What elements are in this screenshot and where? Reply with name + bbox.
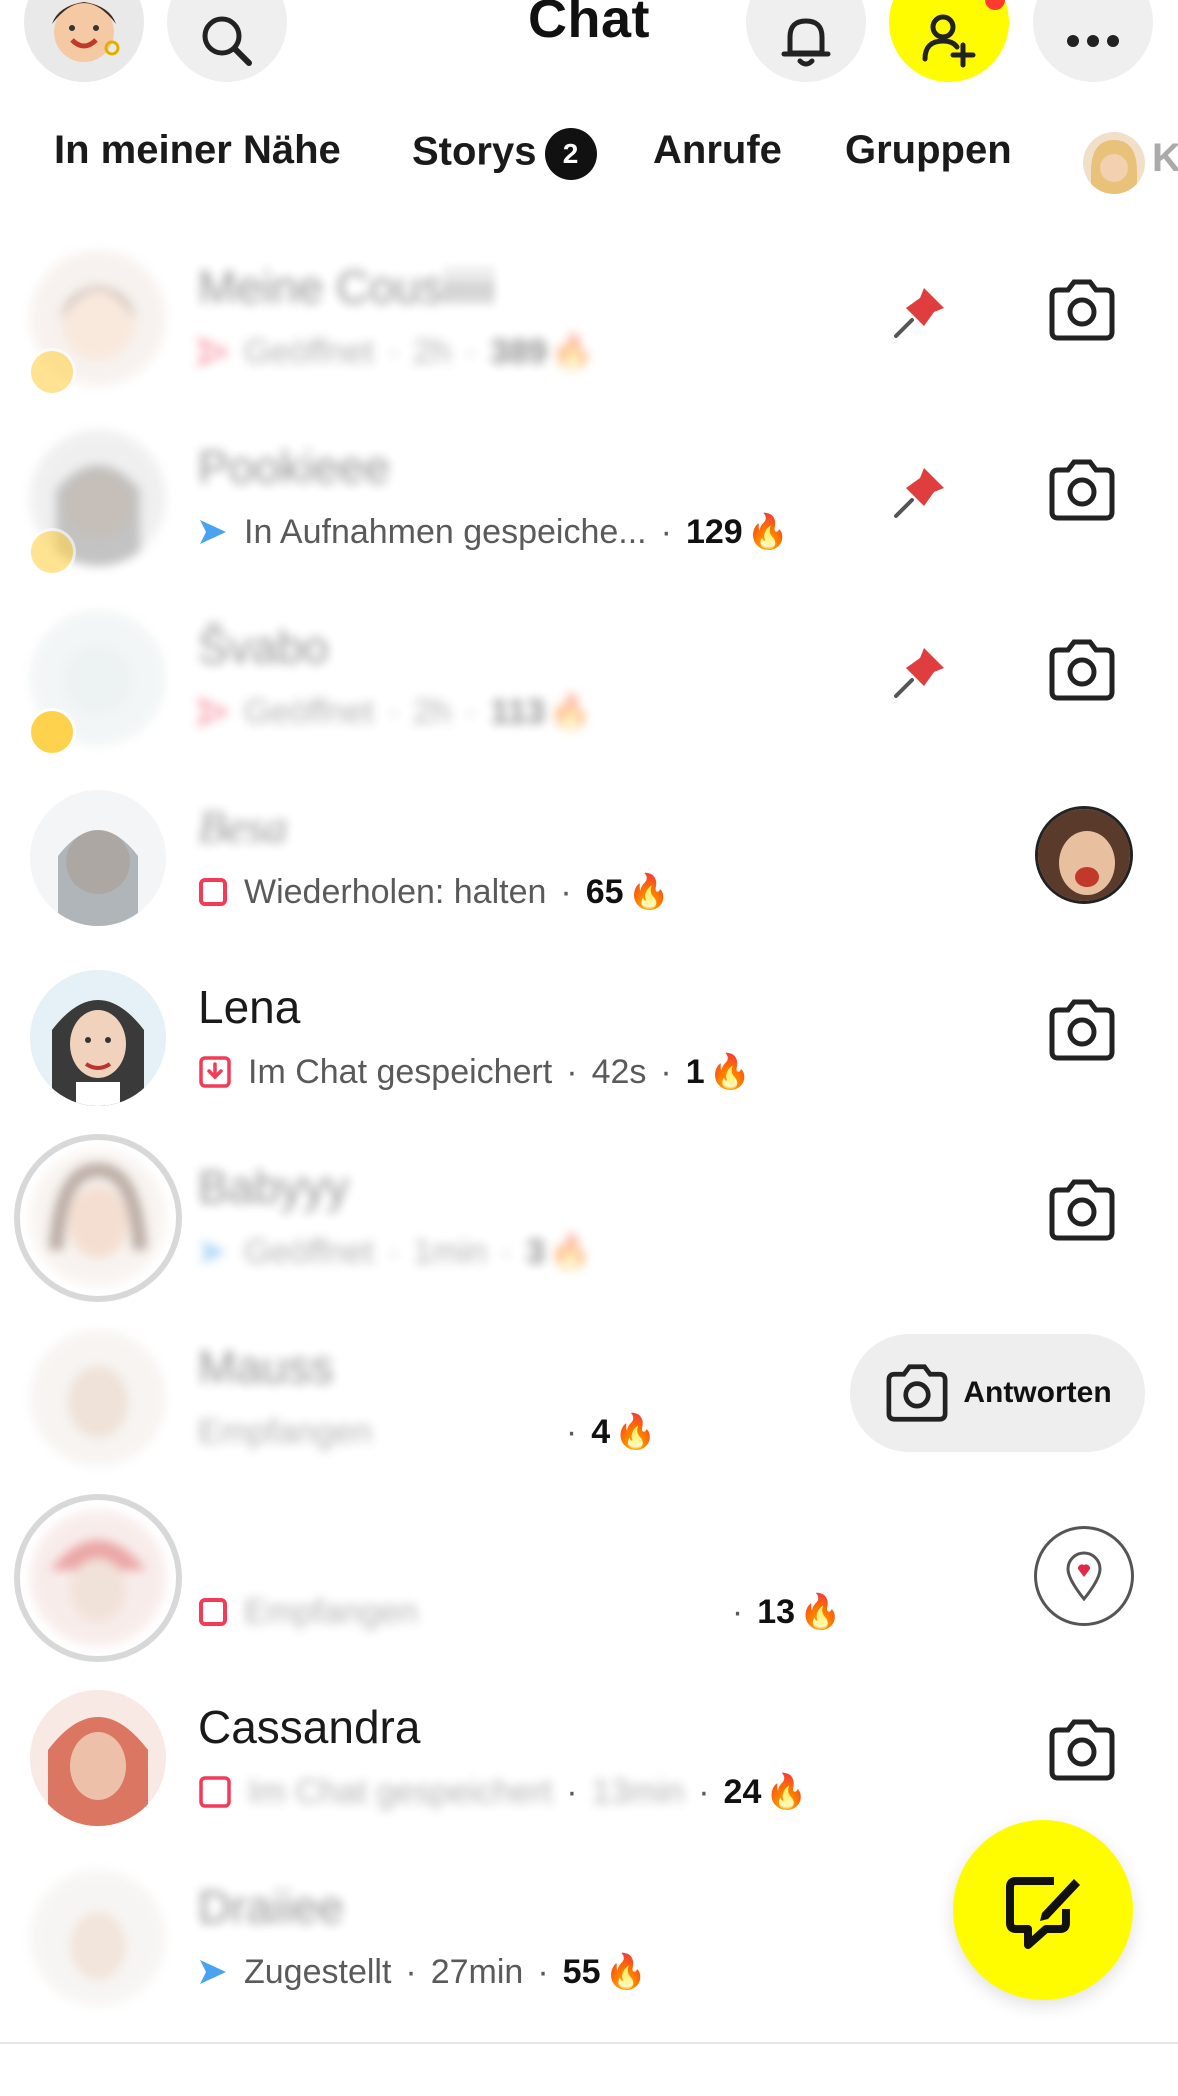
chat-name: Pookieee xyxy=(198,441,390,493)
reply-button[interactable]: Antworten xyxy=(850,1334,1145,1452)
saved-chat-icon xyxy=(199,1056,231,1088)
chat-status: Im Chat gespeichert · 13min · 24 🔥 xyxy=(198,1772,808,1812)
avatar xyxy=(30,970,166,1106)
tab-nearby[interactable]: In meiner Nähe xyxy=(54,128,341,173)
bitmoji-icon xyxy=(1091,140,1137,194)
tab-partial-label[interactable]: K xyxy=(1152,136,1178,181)
sent-arrow-icon xyxy=(198,698,228,726)
camera-button[interactable] xyxy=(1046,638,1118,707)
camera-button[interactable] xyxy=(1046,458,1118,527)
sent-arrow-icon xyxy=(200,520,226,544)
friend-emoji xyxy=(28,348,76,396)
chat-row[interactable]: Švabo Geöffnet · 2h · 113 🔥 xyxy=(0,582,1178,762)
chat-status: Geöffnet · 1min · 3 🔥 xyxy=(198,1232,591,1272)
chat-name: Cassandra xyxy=(198,1701,421,1753)
filter-tabs: In meiner Nähe Storys 2 Anrufe Gruppen xyxy=(0,128,1178,198)
more-icon xyxy=(1067,35,1119,47)
camera-icon xyxy=(1049,1179,1115,1241)
camera-button[interactable] xyxy=(1046,1718,1118,1787)
tab-storys[interactable]: Storys 2 xyxy=(412,128,597,180)
chat-name: Lena xyxy=(198,981,301,1033)
new-chat-button[interactable] xyxy=(953,1820,1133,2000)
camera-button[interactable] xyxy=(1046,1178,1118,1247)
chat-status: Geöffnet · 2h · 389 🔥 xyxy=(198,332,593,372)
chat-name: Meine Cousiiiii xyxy=(198,261,495,313)
chat-name: Babyyy xyxy=(198,1161,349,1213)
tab-best-friend-avatar[interactable] xyxy=(1083,132,1145,194)
tab-groups[interactable]: Gruppen xyxy=(845,128,1012,173)
pinned-icon xyxy=(890,642,950,707)
chat-row[interactable]: Lena Im Chat gespeichert · 42s · 1 🔥 xyxy=(0,942,1178,1122)
friend-emoji xyxy=(28,528,76,576)
bottom-divider xyxy=(0,2042,1178,2044)
chat-row[interactable]: Pookieee In Aufnahmen gespeiche... · 129 🔥 xyxy=(0,402,1178,582)
sent-arrow-icon xyxy=(200,1240,226,1264)
received-square-icon xyxy=(199,878,227,906)
received-square-icon xyxy=(199,1598,227,1626)
chat-row[interactable]: Empfangen · 13 🔥 xyxy=(0,1482,1178,1662)
avatar xyxy=(30,1510,166,1646)
reply-label: Antworten xyxy=(963,1376,1112,1409)
camera-icon xyxy=(1049,639,1115,701)
more-options-button[interactable] xyxy=(1033,0,1153,82)
top-bar: Chat xyxy=(0,0,1178,110)
chat-row[interactable]: Babyyy Geöffnet · 1min · 3 🔥 xyxy=(0,1122,1178,1302)
chat-row[interactable]: Meine Cousiiiii Geöffnet · 2h · 389 🔥 xyxy=(0,222,1178,402)
location-button[interactable] xyxy=(1034,1526,1134,1626)
sent-arrow-icon xyxy=(198,338,228,366)
saved-chat-icon xyxy=(199,1776,231,1808)
avatar xyxy=(30,1150,166,1286)
avatar xyxy=(30,1690,166,1826)
camera-icon xyxy=(1049,1719,1115,1781)
pinned-icon xyxy=(890,462,950,527)
chat-status: Im Chat gespeichert · 42s · 1 🔥 xyxy=(198,1052,751,1092)
chat-status: Empfangen · 4 🔥 xyxy=(198,1412,657,1452)
camera-button[interactable] xyxy=(1046,998,1118,1067)
chat-name: Švabo xyxy=(198,621,329,673)
camera-icon xyxy=(886,1364,948,1422)
chat-status: Empfangen · 13 🔥 xyxy=(198,1592,841,1632)
camera-icon xyxy=(1049,279,1115,341)
chat-name: Draiiee xyxy=(198,1881,344,1933)
friend-emoji xyxy=(28,708,76,756)
chat-status: Geöffnet · 2h · 113 🔥 xyxy=(198,692,592,732)
story-bitmoji-button[interactable] xyxy=(1035,806,1133,904)
bell-icon xyxy=(781,18,831,67)
chat-status: Zugestellt · 27min · 55 🔥 xyxy=(198,1952,647,1992)
chat-status: Wiederholen: halten · 65 🔥 xyxy=(198,872,670,912)
chat-row[interactable]: Cassandra Im Chat gespeichert · 13min · 24 🔥 xyxy=(0,1662,1178,1842)
add-friend-button[interactable] xyxy=(889,0,1009,82)
storys-count-badge: 2 xyxy=(544,128,597,180)
chat-status: In Aufnahmen gespeiche... · 129 🔥 xyxy=(198,512,789,552)
map-pin-icon xyxy=(1066,1551,1102,1601)
camera-icon xyxy=(1049,999,1115,1061)
new-chat-icon xyxy=(1006,1877,1080,1949)
pinned-icon xyxy=(890,282,950,347)
avatar xyxy=(30,790,166,926)
chat-row[interactable]: Besa Wiederholen: halten · 65 🔥 xyxy=(0,762,1178,942)
tab-calls[interactable]: Anrufe xyxy=(653,128,782,173)
avatar xyxy=(30,1870,166,2006)
sent-arrow-icon xyxy=(200,1960,226,1984)
notifications-button[interactable] xyxy=(746,0,866,82)
tab-storys-label: Storys xyxy=(412,129,537,174)
camera-button[interactable] xyxy=(1046,278,1118,347)
chat-name: Besa xyxy=(198,801,288,852)
avatar xyxy=(30,1330,166,1466)
add-friend-icon xyxy=(922,14,976,68)
chat-name: Mauss xyxy=(198,1341,334,1393)
camera-icon xyxy=(1049,459,1115,521)
